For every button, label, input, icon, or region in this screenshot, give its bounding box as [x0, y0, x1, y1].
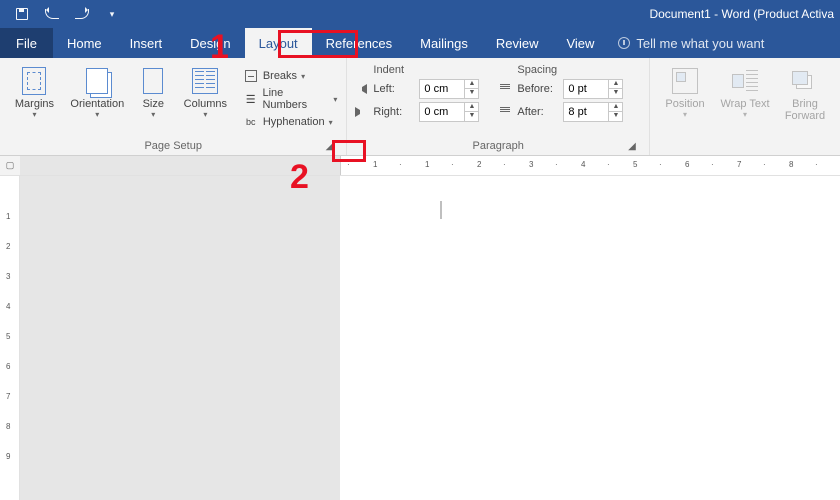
position-label: Position [656, 98, 714, 110]
indent-right-label: Right: [373, 106, 415, 118]
spin-down-icon[interactable]: ▼ [608, 112, 622, 121]
hyphenation-button[interactable]: bc Hyphenation ▾ [240, 112, 341, 132]
lightbulb-icon [618, 37, 630, 49]
bring-forward-icon [792, 71, 818, 91]
line-numbers-button[interactable]: ☰ Line Numbers ▾ [240, 89, 341, 109]
ruler-inactive [20, 156, 340, 175]
size-label: Size [132, 98, 175, 110]
redo-icon[interactable] [74, 6, 90, 22]
spacing-after-field: After: ▲▼ [497, 102, 623, 122]
spacing-before-spinner[interactable]: ▲▼ [563, 79, 623, 99]
ruler-corner: ▢ [0, 156, 20, 175]
spacing-after-label: After: [517, 106, 559, 118]
spacing-before-label: Before: [517, 83, 559, 95]
indent-left-spinner[interactable]: ▲▼ [419, 79, 479, 99]
indent-left-input[interactable] [420, 83, 464, 95]
indent-right-spinner[interactable]: ▲▼ [419, 102, 479, 122]
breaks-icon [243, 68, 259, 84]
spin-up-icon[interactable]: ▲ [464, 103, 478, 112]
tab-insert[interactable]: Insert [116, 28, 177, 58]
tab-home[interactable]: Home [53, 28, 116, 58]
indent-left-label: Left: [373, 83, 415, 95]
indent-right-icon [353, 104, 369, 120]
vertical-ruler[interactable]: 123456789 [0, 176, 20, 500]
save-icon[interactable] [14, 6, 30, 22]
breaks-button[interactable]: Breaks ▾ [240, 66, 341, 86]
indent-right-input[interactable] [420, 106, 464, 118]
spacing-before-field: Before: ▲▼ [497, 79, 623, 99]
undo-icon[interactable] [44, 6, 60, 22]
indent-left-field: Left: ▲▼ [353, 79, 479, 99]
size-button[interactable]: Size [132, 62, 175, 119]
line-numbers-label: Line Numbers [262, 87, 329, 111]
spacing-after-spinner[interactable]: ▲▼ [563, 102, 623, 122]
spin-up-icon[interactable]: ▲ [608, 103, 622, 112]
hyphenation-icon: bc [243, 114, 259, 130]
spacing-before-icon [497, 81, 513, 97]
margins-icon [22, 67, 46, 95]
hyphenation-label: Hyphenation [263, 116, 325, 128]
orientation-label: Orientation [65, 98, 130, 110]
margins-button[interactable]: Margins [6, 62, 63, 119]
spin-down-icon[interactable]: ▼ [464, 89, 478, 98]
qat-customize-icon[interactable]: ▾ [104, 6, 120, 22]
tell-me-search[interactable]: Tell me what you want [608, 28, 764, 58]
tab-mailings[interactable]: Mailings [406, 28, 482, 58]
workspace: 123456789 [0, 176, 840, 500]
line-numbers-icon: ☰ [243, 91, 259, 107]
tab-layout[interactable]: Layout [245, 28, 312, 58]
orientation-icon [86, 68, 108, 94]
tell-me-label: Tell me what you want [636, 36, 764, 51]
orientation-button[interactable]: Orientation [65, 62, 130, 119]
window-title: Document1 - Word (Product Activa [120, 7, 840, 21]
spacing-header: Spacing [497, 64, 623, 76]
tab-review[interactable]: Review [482, 28, 553, 58]
breaks-label: Breaks [263, 70, 297, 82]
spin-down-icon[interactable]: ▼ [464, 112, 478, 121]
spin-up-icon[interactable]: ▲ [464, 80, 478, 89]
tab-view[interactable]: View [552, 28, 608, 58]
ribbon-tabs: File Home Insert Design Layout Reference… [0, 28, 840, 58]
page-setup-title: Page Setup [144, 140, 202, 152]
columns-button[interactable]: Columns [177, 62, 234, 119]
spacing-after-input[interactable] [564, 106, 608, 118]
spacing-after-icon [497, 104, 513, 120]
columns-icon [192, 68, 218, 94]
page-setup-dialog-launcher[interactable]: ◢ [322, 139, 336, 153]
wrap-text-label: Wrap Text [716, 98, 774, 110]
ribbon: Margins Orientation Size Columns [0, 58, 840, 156]
group-page-setup: Margins Orientation Size Columns [0, 58, 347, 155]
spacing-before-input[interactable] [564, 83, 608, 95]
text-cursor [440, 201, 442, 219]
paragraph-dialog-launcher[interactable]: ◢ [625, 139, 639, 153]
columns-label: Columns [177, 98, 234, 110]
title-bar: ▾ Document1 - Word (Product Activa [0, 0, 840, 28]
quick-access-toolbar: ▾ [0, 6, 120, 22]
bring-forward-label: Bring Forward [776, 98, 834, 122]
group-paragraph: Indent Left: ▲▼ Right: ▲▼ [347, 58, 650, 155]
group-arrange: Position Wrap Text Bring Forward [650, 58, 840, 155]
horizontal-ruler[interactable]: ·1·1·2·3·4·5·6·7·8·9 [340, 156, 840, 175]
spin-down-icon[interactable]: ▼ [608, 89, 622, 98]
bring-forward-button: Bring Forward [776, 62, 834, 122]
tab-references[interactable]: References [312, 28, 406, 58]
document-gray-area [20, 176, 340, 500]
document-page[interactable] [340, 176, 840, 500]
tab-file[interactable]: File [0, 28, 53, 58]
paragraph-title: Paragraph [473, 140, 524, 152]
position-icon [672, 68, 698, 94]
spin-up-icon[interactable]: ▲ [608, 80, 622, 89]
tab-design[interactable]: Design [176, 28, 244, 58]
margins-label: Margins [6, 98, 63, 110]
position-button: Position [656, 62, 714, 119]
ruler-area: ▢ ·1·1·2·3·4·5·6·7·8·9 [0, 156, 840, 176]
indent-right-field: Right: ▲▼ [353, 102, 479, 122]
indent-header: Indent [353, 64, 479, 76]
indent-left-icon [353, 81, 369, 97]
wrap-text-icon [732, 68, 758, 94]
wrap-text-button: Wrap Text [716, 62, 774, 119]
size-icon [143, 68, 163, 94]
